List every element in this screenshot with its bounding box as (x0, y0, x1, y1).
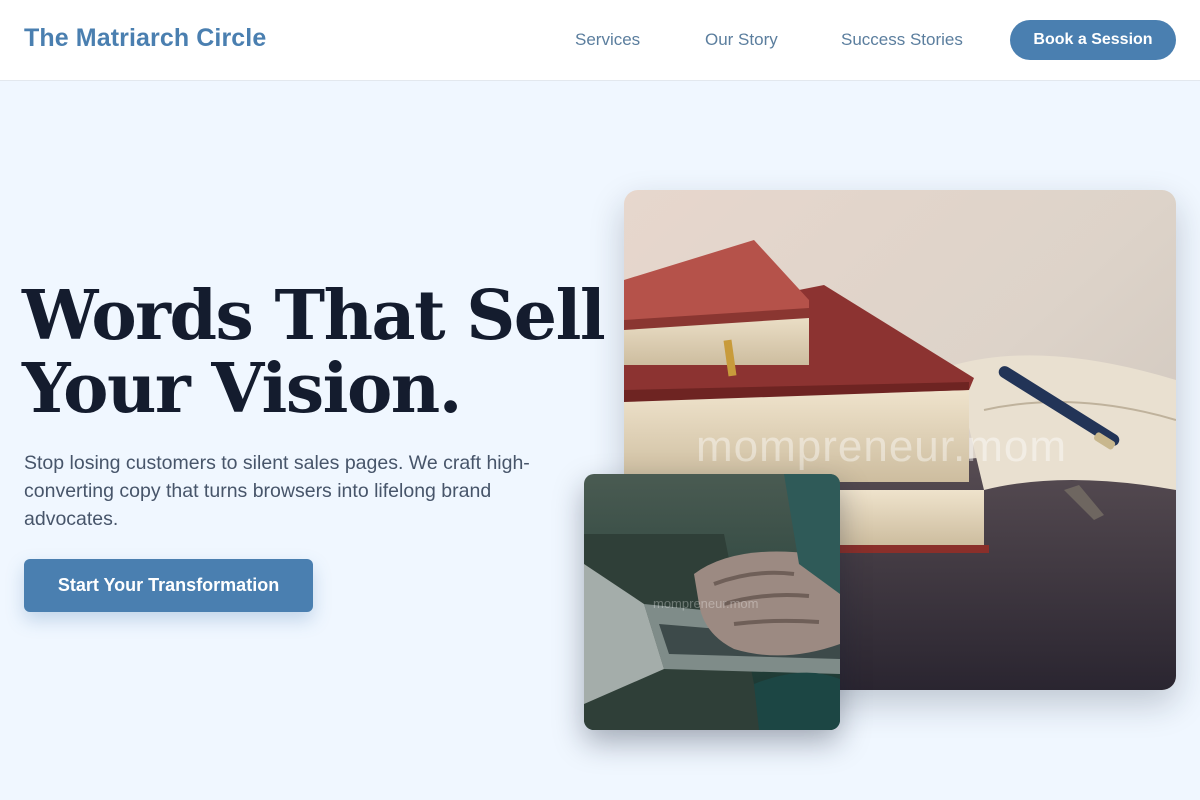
nav-link-services[interactable]: Services (575, 30, 640, 50)
laptop-typing-photo: mompreneur.mom (584, 474, 840, 730)
book-session-button[interactable]: Book a Session (1010, 20, 1176, 60)
hero-title-line-1: Words That Sell (22, 276, 606, 356)
main-photo-watermark: mompreneur.mom (696, 422, 1068, 471)
hero-title: Words That Sell Your Vision. (22, 276, 606, 429)
top-navbar: The Matriarch Circle Services Our Story … (0, 0, 1200, 81)
brand-logo-text[interactable]: The Matriarch Circle (24, 24, 266, 53)
hero-subtitle: Stop losing customers to silent sales pa… (24, 452, 530, 530)
hero-title-line-2: Your Vision. (22, 349, 462, 429)
small-photo-watermark: mompreneur.mom (653, 596, 759, 611)
nav-link-our-story[interactable]: Our Story (705, 30, 778, 50)
nav-link-success-stories[interactable]: Success Stories (841, 30, 963, 50)
start-transformation-button[interactable]: Start Your Transformation (24, 559, 313, 612)
